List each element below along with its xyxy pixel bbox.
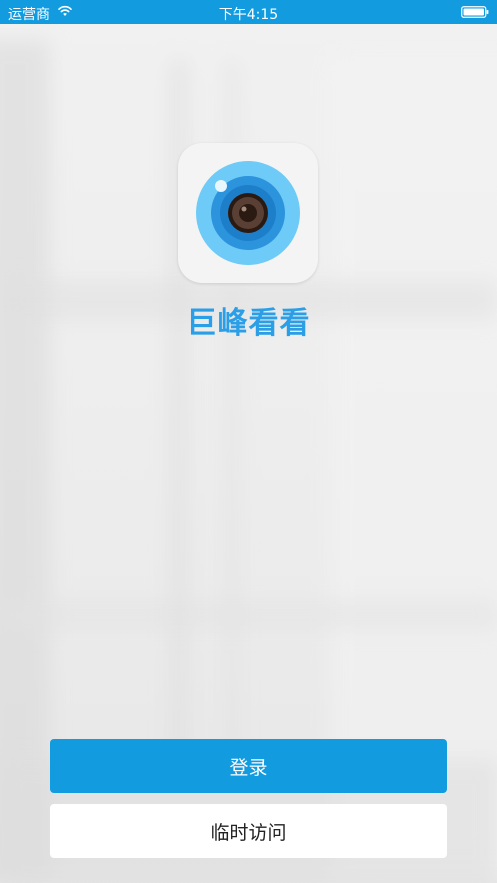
login-button[interactable]: 登录	[50, 739, 447, 793]
login-screen: 运营商 下午4:15 巨峰看看 登录 临时访问	[0, 0, 497, 883]
background-pillar	[0, 40, 50, 880]
guest-access-button[interactable]: 临时访问	[50, 804, 447, 858]
camera-lens-icon	[196, 161, 300, 265]
status-time: 下午4:15	[218, 7, 279, 23]
app-name: 巨峰看看	[186, 306, 311, 341]
status-bar: 运营商 下午4:15	[0, 0, 497, 24]
battery-icon	[461, 6, 489, 18]
background-beam	[0, 600, 497, 630]
app-logo	[178, 143, 318, 283]
